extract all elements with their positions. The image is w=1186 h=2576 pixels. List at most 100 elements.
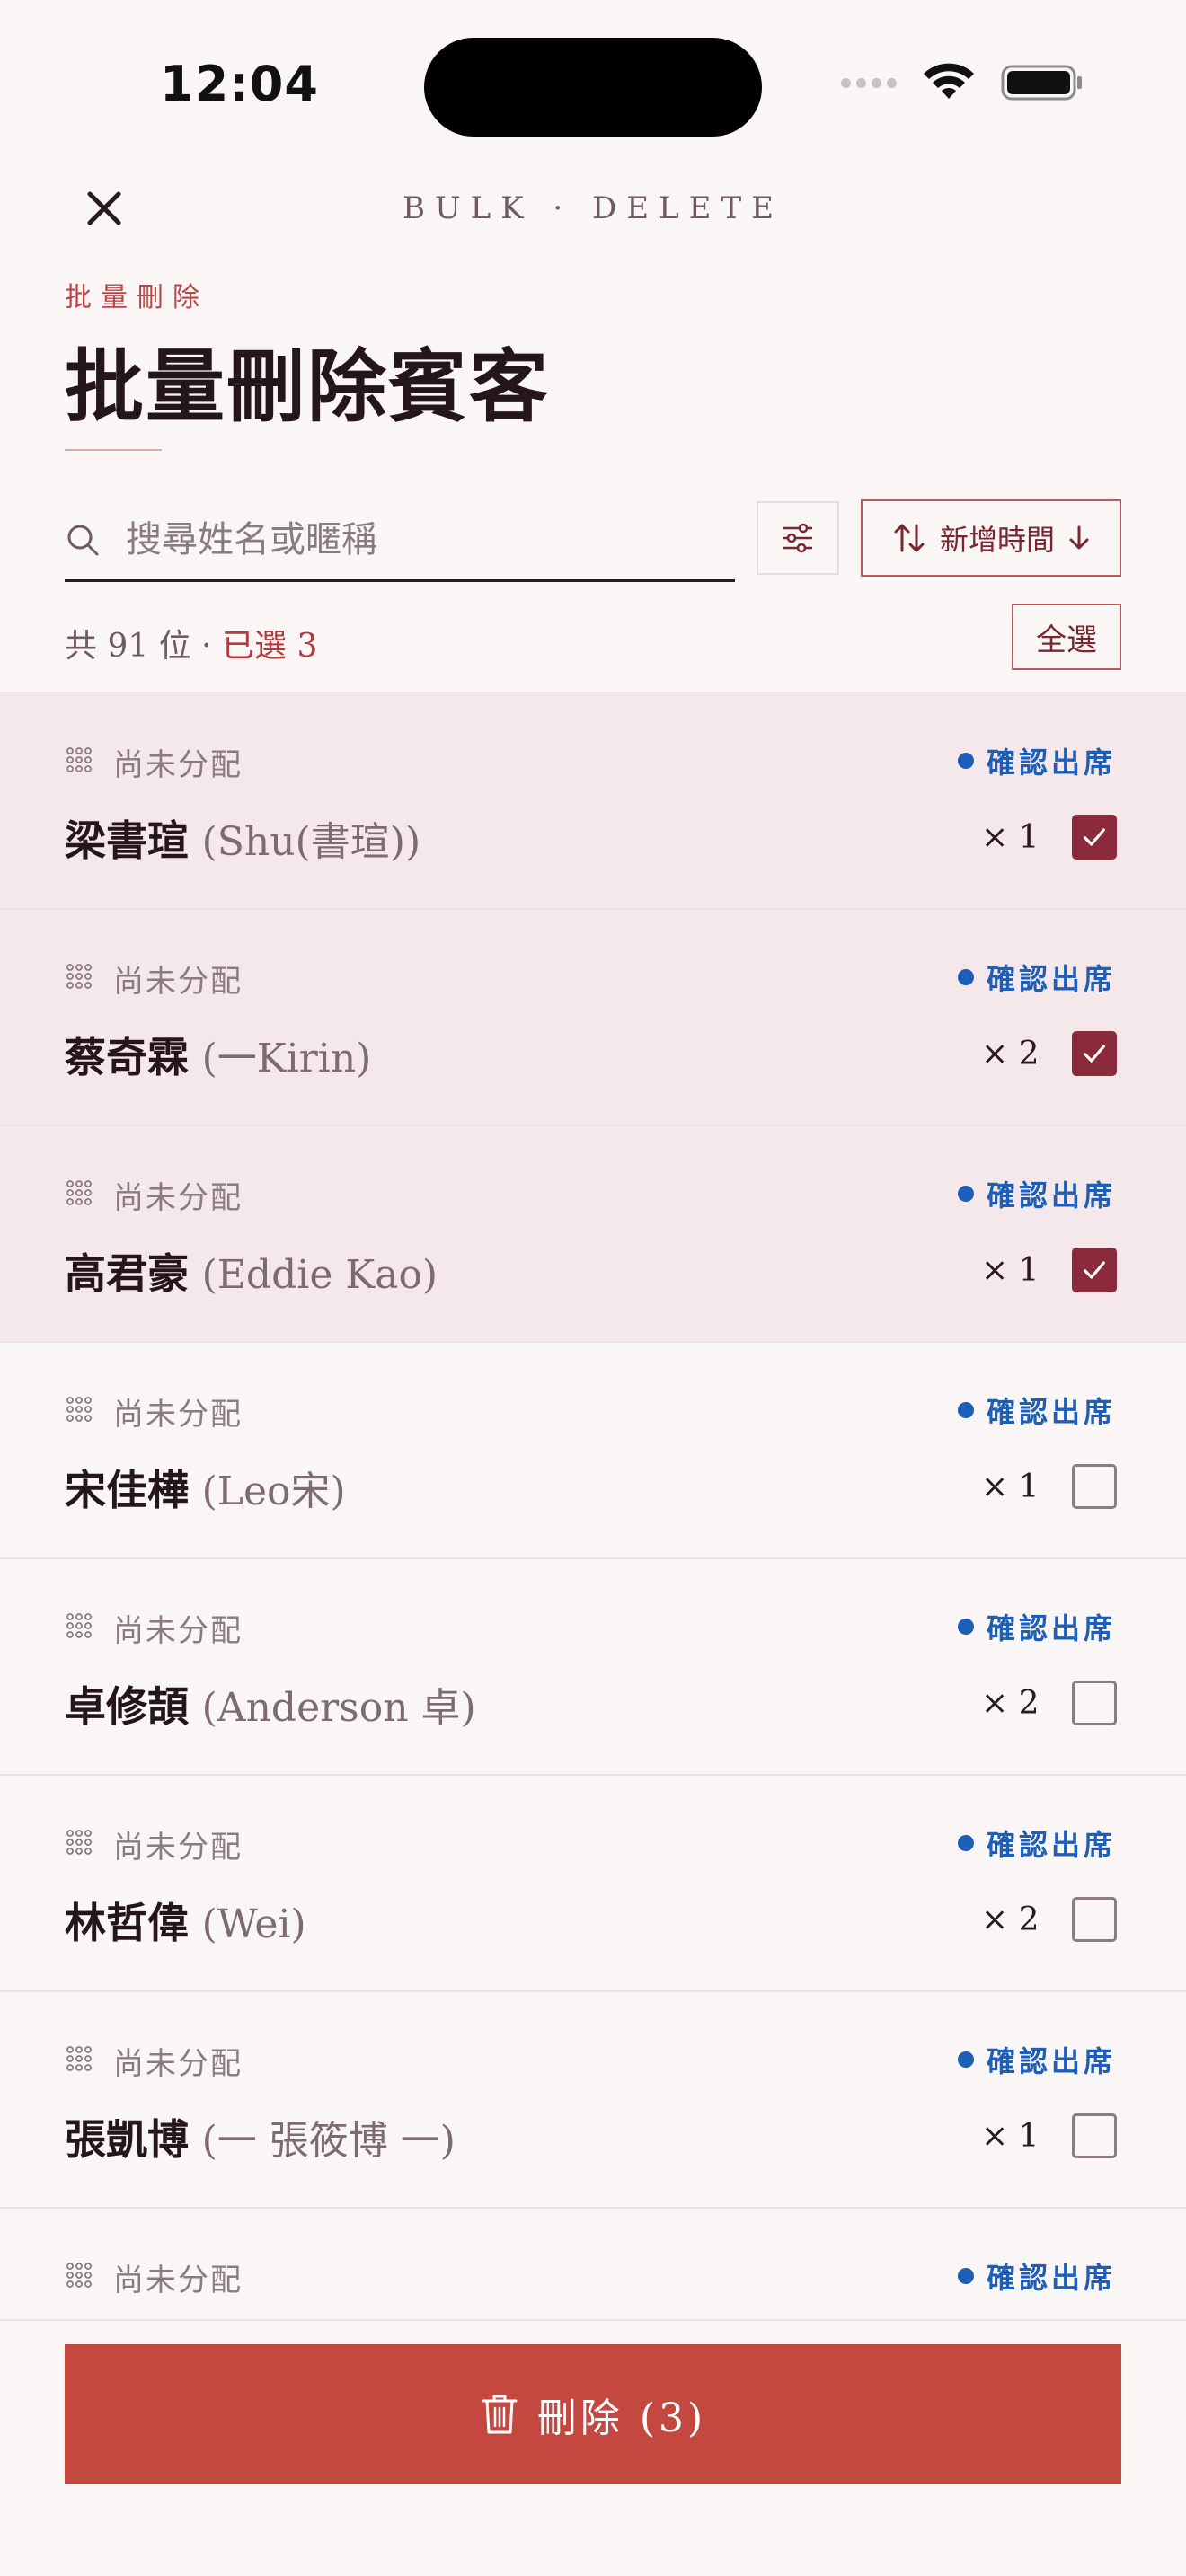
status-icons (841, 63, 1084, 102)
status-dot-icon (957, 969, 974, 985)
rsvp-status: 確認出席 (957, 1173, 1116, 1214)
guest-name-line: 蔡奇霖 (一Kirin) (65, 1025, 371, 1084)
table-assignment: 尚未分配 (113, 1613, 243, 1649)
arrow-down-icon (1069, 525, 1089, 550)
rsvp-status: 確認出席 (957, 740, 1116, 781)
rsvp-status-label: 確認出席 (986, 745, 1116, 780)
select-checkbox[interactable] (1072, 1031, 1117, 1076)
guest-quantity: × 1 (981, 819, 1040, 856)
title-divider (65, 449, 162, 451)
guest-name: 張凱博 (65, 2115, 189, 2164)
rsvp-status: 確認出席 (957, 1606, 1116, 1647)
sort-button[interactable]: 新增時間 (861, 499, 1121, 577)
table-assignment: 尚未分配 (113, 1830, 243, 1866)
guest-row[interactable]: 尚未分配 確認出席 蔡奇霖 (一Kirin) × 2 (0, 910, 1186, 1126)
rsvp-status-label: 確認出席 (986, 1611, 1116, 1645)
table-assignment: 尚未分配 (113, 964, 243, 1000)
drag-handle-icon[interactable] (65, 1395, 93, 1424)
rsvp-status-label: 確認出席 (986, 2261, 1116, 2295)
guest-nickname: (Wei) (201, 1901, 306, 1947)
guest-row[interactable]: 尚未分配 確認出席宋佳樺 (Leo宋) × 1 (0, 1343, 1186, 1559)
guest-row[interactable]: 尚未分配 確認出席高君豪 (Eddie Kao) × 1 (0, 1126, 1186, 1343)
status-dot-icon (957, 2051, 974, 2068)
guest-quantity: × 1 (981, 1252, 1040, 1289)
dynamic-island (424, 38, 762, 137)
select-checkbox[interactable] (1072, 2113, 1117, 2158)
guest-name-line: 高君豪 (Eddie Kao) (65, 1241, 438, 1301)
selected-count: 已選 3 (222, 628, 318, 665)
checkmark-icon (1076, 819, 1112, 855)
table-assignment: 尚未分配 (113, 1180, 243, 1216)
drag-handle-icon[interactable] (65, 2261, 93, 2289)
select-checkbox[interactable] (1072, 1897, 1117, 1942)
rsvp-status-label: 確認出席 (986, 962, 1116, 996)
guest-quantity: × 1 (981, 2118, 1040, 2155)
guest-row[interactable]: 尚未分配 確認出席卓修頡 (Anderson 卓) × 2 (0, 1559, 1186, 1776)
battery-icon (1001, 65, 1082, 101)
total-count: 共 91 位 · (65, 628, 223, 665)
search-input[interactable] (126, 518, 735, 560)
sort-arrows-icon (894, 524, 925, 552)
search-bar (65, 499, 735, 582)
guest-name-line: 林哲偉 (Wei) (65, 1891, 306, 1950)
status-dot-icon (957, 1619, 974, 1635)
rsvp-status-label: 確認出席 (986, 1178, 1116, 1213)
guest-quantity: × 2 (981, 1685, 1040, 1722)
status-time: 12:04 (160, 56, 319, 112)
drag-handle-icon[interactable] (65, 745, 93, 774)
guest-name: 梁書瑄 (65, 816, 189, 865)
wifi-icon (924, 63, 974, 99)
drag-handle-icon[interactable] (65, 2044, 93, 2073)
guest-row[interactable]: 尚未分配 確認出席梁書瑄 (Shu(書瑄)) × 1 (0, 693, 1186, 910)
table-assignment: 尚未分配 (113, 747, 243, 783)
guest-name-line: 宋佳樺 (Leo宋) (65, 1458, 346, 1517)
select-all-button[interactable]: 全選 (1012, 604, 1121, 670)
status-dot-icon (957, 1835, 974, 1851)
rsvp-status: 確認出席 (957, 2255, 1116, 2297)
header-eyebrow: BULK · DELETE (402, 190, 783, 226)
filter-button[interactable] (757, 501, 839, 575)
guest-name-line: 卓修頡 (Anderson 卓) (65, 1674, 476, 1734)
drag-handle-icon[interactable] (65, 1611, 93, 1640)
status-dot-icon (957, 1402, 974, 1418)
rsvp-status: 確認出席 (957, 2039, 1116, 2080)
table-assignment: 尚未分配 (113, 2046, 243, 2082)
guest-nickname: (一 張筱博 一) (201, 2118, 456, 2164)
drag-handle-icon[interactable] (65, 962, 93, 991)
guest-name: 蔡奇霖 (65, 1033, 189, 1081)
guest-row[interactable]: 尚未分配 確認出席 (0, 2209, 1186, 2321)
table-assignment: 尚未分配 (113, 1397, 243, 1433)
cellular-signal-icon (841, 77, 897, 88)
guest-row[interactable]: 尚未分配 確認出席張凱博 (一 張筱博 一) × 1 (0, 1992, 1186, 2209)
rsvp-status-label: 確認出席 (986, 2044, 1116, 2078)
search-icon (67, 525, 99, 555)
guest-name-line: 張凱博 (一 張筱博 一) (65, 2107, 456, 2166)
guest-name-line: 梁書瑄 (Shu(書瑄)) (65, 808, 420, 868)
guest-nickname: (Shu(書瑄)) (201, 819, 421, 865)
guest-list: 尚未分配 確認出席 梁書瑄 (Shu(書瑄)) × 1 尚未分配 確認出席 蔡奇霖 (一K… (0, 692, 1186, 2321)
table-assignment: 尚未分配 (113, 2263, 243, 2298)
delete-button[interactable]: 刪除 (3) (65, 2344, 1121, 2484)
guest-nickname: (一Kirin) (201, 1036, 372, 1081)
guest-name: 宋佳樺 (65, 1466, 189, 1514)
page-title: 批量刪除賓客 (65, 340, 551, 433)
rsvp-status-label: 確認出席 (986, 1395, 1116, 1429)
status-bar: 12:04 (0, 0, 1186, 171)
guest-row[interactable]: 尚未分配 確認出席 林哲偉 (Wei) × 2 (0, 1776, 1186, 1992)
select-checkbox[interactable] (1072, 815, 1117, 860)
select-checkbox[interactable] (1072, 1464, 1117, 1509)
guest-nickname: (Eddie Kao) (201, 1252, 438, 1298)
drag-handle-icon[interactable] (65, 1178, 93, 1207)
select-checkbox[interactable] (1072, 1681, 1117, 1725)
drag-handle-icon[interactable] (65, 1828, 93, 1857)
checkmark-icon (1076, 1252, 1112, 1288)
page-subtitle: 批量刪除 (65, 282, 208, 313)
select-checkbox[interactable] (1072, 1248, 1117, 1292)
guest-nickname: (Leo宋) (201, 1469, 346, 1514)
status-dot-icon (957, 2268, 974, 2284)
checkmark-icon (1076, 1036, 1112, 1072)
guest-quantity: × 1 (981, 1469, 1040, 1505)
bottom-action-bar: 刪除 (3) (0, 2319, 1186, 2576)
guest-name: 高君豪 (65, 1249, 189, 1298)
status-dot-icon (957, 1186, 974, 1202)
